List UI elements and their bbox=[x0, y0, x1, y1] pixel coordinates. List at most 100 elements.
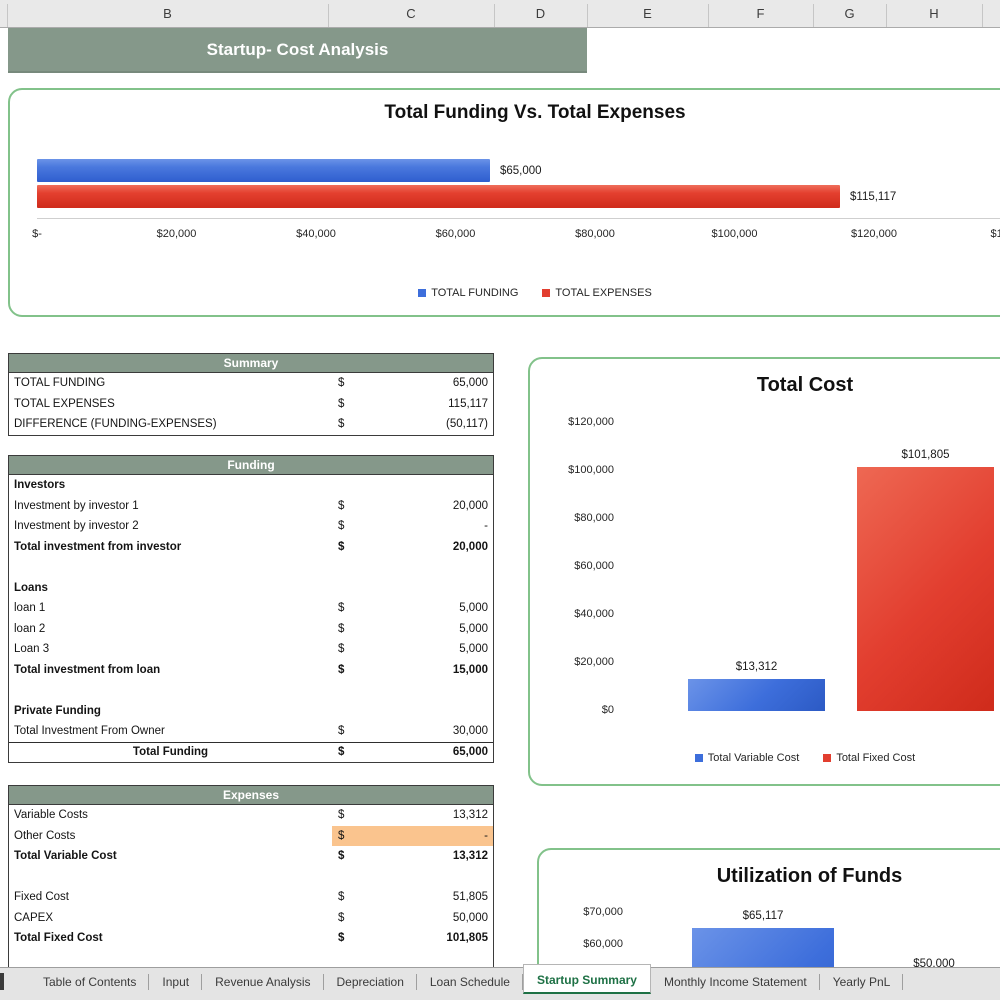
row-label-cell[interactable]: Total investment from investor bbox=[9, 541, 332, 553]
row-amount-cell[interactable]: $101,805 bbox=[332, 928, 493, 949]
row-amount-cell[interactable]: $13,312 bbox=[332, 846, 493, 867]
column-header-h[interactable]: H bbox=[886, 0, 982, 28]
row-label-cell[interactable]: Private Funding bbox=[9, 705, 332, 717]
row-label-cell[interactable]: Investors bbox=[9, 479, 332, 491]
row-amount-cell[interactable] bbox=[332, 578, 493, 599]
row-label-cell[interactable]: Investment by investor 1 bbox=[9, 500, 332, 512]
table-row[interactable]: Other Costs$- bbox=[9, 826, 493, 847]
total-cost-chart[interactable]: Total Cost $120,000$100,000$80,000$60,00… bbox=[528, 357, 1000, 786]
table-row[interactable]: Total Variable Cost$13,312 bbox=[9, 846, 493, 867]
row-amount-cell[interactable] bbox=[332, 949, 493, 970]
table-row[interactable]: Total Investment From Owner$30,000 bbox=[9, 721, 493, 742]
row-label-cell[interactable]: TOTAL FUNDING bbox=[9, 377, 332, 389]
row-amount-cell[interactable]: $65,000 bbox=[332, 743, 493, 763]
table-row[interactable] bbox=[9, 949, 493, 970]
row-amount-cell[interactable] bbox=[332, 701, 493, 722]
table-row[interactable]: Loan 3$5,000 bbox=[9, 639, 493, 660]
column-header-f[interactable]: F bbox=[708, 0, 813, 28]
column-divider[interactable] bbox=[494, 4, 495, 27]
row-amount-cell[interactable]: $115,117 bbox=[332, 394, 493, 415]
row-label-cell[interactable]: loan 1 bbox=[9, 602, 332, 614]
table-header[interactable]: Summary bbox=[9, 354, 493, 373]
table-row[interactable] bbox=[9, 557, 493, 578]
table-row[interactable]: loan 2$5,000 bbox=[9, 619, 493, 640]
row-label-cell[interactable]: Variable Costs bbox=[9, 809, 332, 821]
row-amount-cell[interactable]: $51,805 bbox=[332, 887, 493, 908]
table-row[interactable] bbox=[9, 867, 493, 888]
table-row[interactable]: DIFFERENCE (FUNDING-EXPENSES)$(50,117) bbox=[9, 414, 493, 435]
row-amount-cell[interactable]: $30,000 bbox=[332, 721, 493, 742]
sheet-tab-startup-summary[interactable]: Startup Summary bbox=[523, 964, 651, 994]
row-label-cell[interactable]: Total Fixed Cost bbox=[9, 932, 332, 944]
row-amount-cell[interactable] bbox=[332, 557, 493, 578]
column-divider[interactable] bbox=[708, 4, 709, 27]
row-label-cell[interactable]: loan 2 bbox=[9, 623, 332, 635]
sheet-tab-monthly-income-statement[interactable]: Monthly Income Statement bbox=[651, 968, 820, 996]
sheet-nav-scroll[interactable] bbox=[0, 968, 30, 996]
table-row[interactable]: TOTAL FUNDING$65,000 bbox=[9, 373, 493, 394]
column-divider[interactable] bbox=[813, 4, 814, 27]
table-row[interactable]: Investment by investor 1$20,000 bbox=[9, 496, 493, 517]
row-label-cell[interactable]: Total Investment From Owner bbox=[9, 725, 332, 737]
table-row[interactable]: Total Fixed Cost$101,805 bbox=[9, 928, 493, 949]
sheet-tab-depreciation[interactable]: Depreciation bbox=[324, 968, 417, 996]
row-label-cell[interactable]: Other Costs bbox=[9, 830, 332, 842]
sheet-tab-revenue-analysis[interactable]: Revenue Analysis bbox=[202, 968, 323, 996]
row-amount-cell[interactable]: $- bbox=[332, 516, 493, 537]
row-label-cell[interactable]: Loans bbox=[9, 582, 332, 594]
column-header-g[interactable]: G bbox=[813, 0, 886, 28]
table-row[interactable]: Investment by investor 2$- bbox=[9, 516, 493, 537]
row-amount-cell[interactable]: $20,000 bbox=[332, 537, 493, 558]
table-row[interactable]: Variable Costs$13,312 bbox=[9, 805, 493, 826]
sheet-tab-table-of-contents[interactable]: Table of Contents bbox=[30, 968, 149, 996]
row-label-cell[interactable]: Loan 3 bbox=[9, 643, 332, 655]
column-header-b[interactable]: B bbox=[7, 0, 328, 28]
row-amount-cell[interactable] bbox=[332, 867, 493, 888]
row-amount-cell[interactable]: $15,000 bbox=[332, 660, 493, 681]
row-amount-cell[interactable] bbox=[332, 475, 493, 496]
row-amount-cell[interactable]: $5,000 bbox=[332, 619, 493, 640]
sheet-tab-yearly-pnl[interactable]: Yearly PnL bbox=[820, 968, 904, 996]
row-amount-cell[interactable]: $5,000 bbox=[332, 639, 493, 660]
row-label-cell[interactable]: CAPEX bbox=[9, 912, 332, 924]
table-row[interactable]: Total investment from loan$15,000 bbox=[9, 660, 493, 681]
table-row[interactable]: TOTAL EXPENSES$115,117 bbox=[9, 394, 493, 415]
table-row[interactable]: Total investment from investor$20,000 bbox=[9, 537, 493, 558]
table-row[interactable]: Fixed Cost$51,805 bbox=[9, 887, 493, 908]
row-amount-cell[interactable]: $65,000 bbox=[332, 373, 493, 394]
column-divider[interactable] bbox=[587, 4, 588, 27]
banner-title-cell[interactable]: Startup- Cost Analysis bbox=[8, 28, 587, 73]
funding-vs-expenses-chart[interactable]: Total Funding Vs. Total Expenses $65,000… bbox=[8, 88, 1000, 317]
table-row[interactable]: CAPEX$50,000 bbox=[9, 908, 493, 929]
row-label-cell[interactable]: Fixed Cost bbox=[9, 891, 332, 903]
row-amount-cell[interactable]: $50,000 bbox=[332, 908, 493, 929]
column-divider[interactable] bbox=[886, 4, 887, 27]
table-row[interactable]: Loans bbox=[9, 578, 493, 599]
column-header-c[interactable]: C bbox=[328, 0, 494, 28]
table-header[interactable]: Expenses bbox=[9, 786, 493, 805]
row-amount-cell[interactable]: $(50,117) bbox=[332, 414, 493, 435]
row-label-cell[interactable]: Total investment from loan bbox=[9, 664, 332, 676]
row-amount-cell[interactable]: $20,000 bbox=[332, 496, 493, 517]
column-header-d[interactable]: D bbox=[494, 0, 587, 28]
column-divider[interactable] bbox=[982, 4, 983, 27]
row-label-cell[interactable]: Total Variable Cost bbox=[9, 850, 332, 862]
table-row[interactable]: Total Funding$65,000 bbox=[9, 742, 493, 763]
row-label-cell[interactable]: DIFFERENCE (FUNDING-EXPENSES) bbox=[9, 418, 332, 430]
row-amount-cell[interactable] bbox=[332, 680, 493, 701]
sheet-tab-input[interactable]: Input bbox=[149, 968, 202, 996]
table-row[interactable]: Investors bbox=[9, 475, 493, 496]
row-label-cell[interactable]: TOTAL EXPENSES bbox=[9, 398, 332, 410]
table-row[interactable]: loan 1$5,000 bbox=[9, 598, 493, 619]
row-amount-cell[interactable]: $13,312 bbox=[332, 805, 493, 826]
column-header-e[interactable]: E bbox=[587, 0, 708, 28]
row-label-cell[interactable]: Total Funding bbox=[9, 746, 332, 758]
sheet-tab-loan-schedule[interactable]: Loan Schedule bbox=[417, 968, 523, 996]
row-amount-cell[interactable]: $- bbox=[332, 826, 493, 847]
row-label-cell[interactable]: Investment by investor 2 bbox=[9, 520, 332, 532]
row-amount-cell[interactable]: $5,000 bbox=[332, 598, 493, 619]
column-divider[interactable] bbox=[328, 4, 329, 27]
column-divider[interactable] bbox=[7, 4, 8, 27]
table-row[interactable] bbox=[9, 680, 493, 701]
table-row[interactable]: Private Funding bbox=[9, 701, 493, 722]
